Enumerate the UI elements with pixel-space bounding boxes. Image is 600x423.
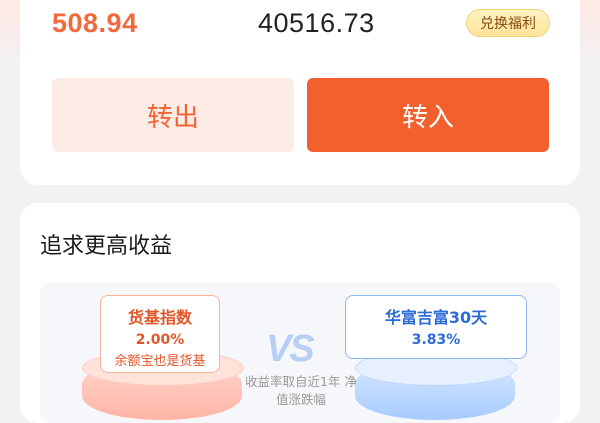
vs-label: VS bbox=[266, 328, 315, 370]
transfer-out-button[interactable]: 转出 bbox=[52, 78, 294, 152]
left-product-name: 货基指数 bbox=[127, 308, 192, 327]
left-product-rate: 2.00% bbox=[135, 332, 185, 348]
huafu-jifu-product-card[interactable]: 华富吉富30天 3.83% bbox=[345, 295, 527, 359]
transfer-in-button[interactable]: 转入 bbox=[307, 78, 549, 152]
yesterday-earnings-value: 508.94 bbox=[52, 8, 138, 38]
section-title: 追求更高收益 bbox=[40, 234, 173, 259]
exchange-benefits-button[interactable]: 兑换福利 bbox=[466, 9, 550, 37]
yield-source-note: 收益率取自近1年 净值涨跌幅 bbox=[245, 374, 357, 407]
total-balance-value: 40516.73 bbox=[258, 8, 375, 38]
right-product-rate: 3.83% bbox=[411, 332, 461, 348]
money-fund-index-card[interactable]: 货基指数 2.00% 余额宝也是货基 bbox=[100, 295, 220, 373]
left-product-subtitle: 余额宝也是货基 bbox=[114, 354, 206, 369]
right-product-name: 华富吉富30天 bbox=[384, 308, 488, 327]
